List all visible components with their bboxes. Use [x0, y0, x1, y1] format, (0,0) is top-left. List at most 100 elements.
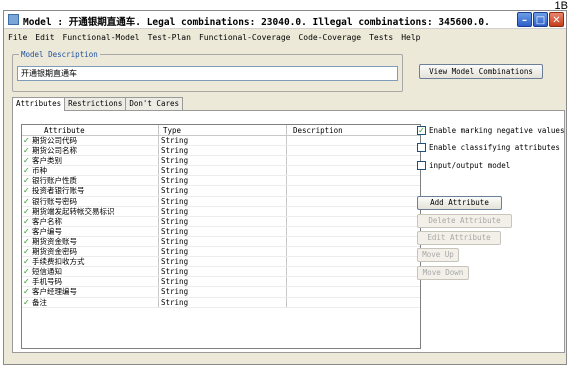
table-row[interactable]: ✓ 短信通知 String — [22, 267, 420, 278]
description-cell[interactable] — [287, 237, 420, 246]
type-cell[interactable]: String — [159, 136, 287, 146]
table-row[interactable]: ✓ 银行账户性质 String — [22, 176, 420, 187]
type-cell[interactable]: String — [159, 236, 287, 247]
type-cell[interactable]: String — [159, 257, 287, 267]
edit-attribute-button[interactable]: Edit Attribute — [417, 231, 501, 245]
checkbox-empty-icon[interactable] — [417, 142, 426, 152]
tab-attributes[interactable]: Attributes — [12, 97, 66, 111]
attribute-cell[interactable]: ✓ 备注 — [22, 297, 159, 307]
attribute-cell[interactable]: ✓ 币种 — [22, 166, 159, 176]
description-cell[interactable] — [287, 166, 420, 175]
type-cell[interactable]: String — [159, 166, 287, 176]
table-row[interactable]: ✓ 备注 String — [22, 297, 420, 308]
type-cell[interactable]: String — [159, 146, 287, 156]
table-row[interactable]: ✓ 手机号码 String — [22, 277, 420, 288]
tab-dont-cares[interactable]: Don't Cares — [125, 97, 184, 110]
type-cell[interactable]: String — [159, 196, 287, 206]
type-cell[interactable]: String — [159, 156, 287, 166]
type-cell[interactable]: String — [159, 176, 287, 186]
table-row[interactable]: ✓ 期货公司名称 String — [22, 146, 420, 157]
type-cell[interactable]: String — [159, 226, 287, 236]
description-cell[interactable] — [287, 176, 420, 185]
enable-negative-checkbox[interactable]: ✓ Enable marking negative values — [417, 125, 564, 135]
type-cell[interactable]: String — [159, 267, 287, 277]
type-cell[interactable]: String — [159, 277, 287, 287]
attribute-cell[interactable]: ✓ 期货资金账号 — [22, 236, 159, 247]
attribute-cell[interactable]: ✓ 银行账户性质 — [22, 176, 159, 186]
table-row[interactable]: ✓ 客户编号 String — [22, 226, 420, 237]
description-cell[interactable] — [287, 197, 420, 206]
attribute-cell[interactable]: ✓ 客户名称 — [22, 216, 159, 226]
tab-restrictions[interactable]: Restrictions — [64, 97, 127, 110]
description-cell[interactable] — [287, 136, 420, 145]
description-cell[interactable] — [287, 146, 420, 155]
type-cell[interactable]: String — [159, 206, 287, 216]
attribute-cell[interactable]: ✓ 银行账号密码 — [22, 196, 159, 206]
table-row[interactable]: ✓ 客户经理编号 String — [22, 287, 420, 298]
model-description-input[interactable]: 开通银期直通车 — [17, 66, 398, 81]
type-cell[interactable]: String — [159, 297, 287, 307]
attribute-cell[interactable]: ✓ 手机号码 — [22, 277, 159, 287]
add-attribute-button[interactable]: Add Attribute — [417, 196, 502, 210]
menu-tests[interactable]: Tests — [369, 33, 393, 42]
description-cell[interactable] — [287, 287, 420, 296]
attributes-table[interactable]: Attribute Type Description ✓ 期货公司代码 String… — [21, 124, 421, 349]
table-row[interactable]: ✓ 手续费扣收方式 String — [22, 257, 420, 268]
menu-help[interactable]: Help — [401, 33, 420, 42]
maximize-icon[interactable]: □ — [533, 12, 548, 27]
menu-test-plan[interactable]: Test-Plan — [148, 33, 191, 42]
attribute-cell[interactable]: ✓ 期货资金密码 — [22, 247, 159, 257]
description-cell[interactable] — [287, 156, 420, 165]
table-row[interactable]: ✓ 期货资金密码 String — [22, 247, 420, 258]
description-cell[interactable] — [287, 257, 420, 266]
menu-functional-coverage[interactable]: Functional-Coverage — [199, 33, 291, 42]
description-cell[interactable] — [287, 227, 420, 236]
table-row[interactable]: ✓ 期货端发起转帐交易标识 String — [22, 206, 420, 217]
menu-file[interactable]: File — [8, 33, 27, 42]
check-icon: ✓ — [23, 267, 30, 277]
table-row[interactable]: ✓ 币种 String — [22, 166, 420, 177]
attribute-cell[interactable]: ✓ 客户类别 — [22, 156, 159, 166]
attribute-cell[interactable]: ✓ 客户经理编号 — [22, 287, 159, 297]
description-cell[interactable] — [287, 298, 420, 307]
attribute-cell[interactable]: ✓ 期货端发起转帐交易标识 — [22, 206, 159, 216]
table-row[interactable]: ✓ 期货公司代码 String — [22, 136, 420, 147]
attribute-cell[interactable]: ✓ 客户编号 — [22, 226, 159, 236]
header-attribute[interactable]: Attribute — [22, 125, 159, 135]
header-type[interactable]: Type — [159, 125, 287, 135]
attribute-cell[interactable]: ✓ 手续费扣收方式 — [22, 257, 159, 267]
attribute-cell[interactable]: ✓ 投资者银行账号 — [22, 186, 159, 196]
table-row[interactable]: ✓ 客户名称 String — [22, 216, 420, 227]
view-model-combinations-button[interactable]: View Model Combinations — [419, 64, 543, 79]
description-cell[interactable] — [287, 267, 420, 276]
delete-attribute-button[interactable]: Delete Attribute — [417, 214, 512, 228]
enable-classifying-checkbox[interactable]: Enable classifying attributes — [417, 142, 560, 152]
description-cell[interactable] — [287, 207, 420, 216]
attribute-cell[interactable]: ✓ 期货公司名称 — [22, 146, 159, 156]
description-cell[interactable] — [287, 217, 420, 226]
close-icon[interactable]: ✕ — [549, 12, 564, 27]
type-cell[interactable]: String — [159, 287, 287, 297]
type-cell[interactable]: String — [159, 186, 287, 196]
io-model-checkbox[interactable]: input/output model — [417, 160, 510, 170]
header-description[interactable]: Description — [287, 125, 420, 135]
menu-edit[interactable]: Edit — [35, 33, 54, 42]
table-row[interactable]: ✓ 期货资金账号 String — [22, 236, 420, 248]
type-cell[interactable]: String — [159, 216, 287, 226]
table-row[interactable]: ✓ 投资者银行账号 String — [22, 186, 420, 197]
table-row[interactable]: ✓ 银行账号密码 String — [22, 196, 420, 207]
table-row[interactable]: ✓ 客户类别 String — [22, 156, 420, 167]
checkbox-empty-icon[interactable] — [417, 160, 426, 170]
menu-functional-model[interactable]: Functional-Model — [63, 33, 140, 42]
attribute-cell[interactable]: ✓ 短信通知 — [22, 267, 159, 277]
check-icon[interactable]: ✓ — [417, 125, 426, 135]
move-down-button[interactable]: Move Down — [417, 266, 469, 280]
type-cell[interactable]: String — [159, 247, 287, 257]
description-cell[interactable] — [287, 247, 420, 256]
menu-code-coverage[interactable]: Code-Coverage — [298, 33, 361, 42]
move-up-button[interactable]: Move Up — [417, 248, 459, 262]
minimize-icon[interactable]: – — [517, 12, 532, 27]
description-cell[interactable] — [287, 186, 420, 195]
description-cell[interactable] — [287, 277, 420, 286]
attribute-cell[interactable]: ✓ 期货公司代码 — [22, 136, 159, 146]
